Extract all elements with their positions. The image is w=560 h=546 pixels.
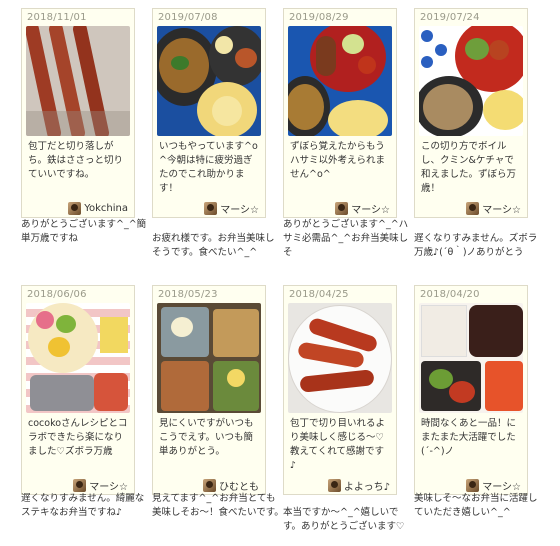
post-card[interactable]: 2018/06/06 cocokoさんレシピとコラボできたら楽になりました♡ズボ… (21, 285, 135, 495)
post-date: 2019/07/08 (158, 12, 218, 23)
reply-text: お疲れ様です。お弁当美味しそうです。食べたい^_^ (152, 233, 275, 258)
post-card[interactable]: 2018/04/25 包丁で切り目いれるより美味しく感じる〜♡教えてくれて感謝で… (283, 285, 397, 495)
post-photo[interactable] (419, 26, 523, 136)
post-photo[interactable] (288, 26, 392, 136)
reply-text: 遅くなりすみません。ズボラ万歳♪(´θ｀)ノありがとう (414, 233, 538, 258)
post-author[interactable]: よよっち♪ (284, 476, 396, 494)
author-name: マーシ☆ (482, 481, 521, 493)
reply-text: 本当ですか〜^_^嬉しいです。ありがとうございます♡ (283, 507, 405, 532)
author-name: マーシ☆ (482, 204, 521, 216)
post-card[interactable]: 2018/11/01 包丁だと切り落しがち。鉄はささっと切りていいですね。 Yo… (21, 8, 135, 218)
post-caption: 包丁で切り目いれるより美味しく感じる〜♡教えてくれて感謝です♪ (290, 418, 386, 471)
post-date: 2019/08/29 (289, 12, 349, 23)
post-date: 2018/04/25 (289, 289, 349, 300)
post-caption: cocokoさんレシピとコラボできたら楽になりました♡ズボラ万歳 (28, 418, 128, 457)
post-card[interactable]: 2018/05/23 見にくいですがいつもこうでえす。いつも簡単ありがとう。 ひ… (152, 285, 266, 495)
user-avatar (73, 478, 87, 492)
author-name: マーシ☆ (351, 204, 390, 216)
post-date: 2019/07/24 (420, 12, 480, 23)
post-caption: この切り方でボイルし、クミン&ケチャで和えました。ずぼら万歳！ (421, 141, 517, 194)
user-avatar (68, 201, 82, 215)
post-photo[interactable] (26, 26, 130, 136)
author-name: よよっち♪ (343, 481, 390, 493)
post-date: 2018/06/06 (27, 289, 87, 300)
post-caption: 包丁だと切り落しがち。鉄はささっと切りていいですね。 (28, 141, 124, 180)
reply-text: ありがとうございます^_^簡単万歳ですね (21, 219, 147, 244)
post-caption: 時間なくあと一品！にまたまた大活躍でした(´-^)ノ (421, 418, 517, 457)
reply-text: 見えてます^_^お弁当とても美味しそお〜！食べたいです。 (152, 493, 284, 518)
post-caption: 見にくいですがいつもこうでえす。いつも簡単ありがとう。 (159, 418, 254, 457)
post-photo[interactable] (157, 303, 261, 413)
post-photo[interactable] (288, 303, 392, 413)
author-name: マーシ☆ (89, 481, 128, 493)
post-card[interactable]: 2019/07/24 この切り方でボイルし、クミン&ケチャで和えました。ずぼら万… (414, 8, 528, 218)
author-name: マーシ☆ (220, 204, 259, 216)
post-caption: いつもやっています^o^今朝は特に疲労過ぎたのでこれ助かります！ (159, 141, 258, 194)
user-avatar (327, 478, 341, 492)
post-photo[interactable] (419, 303, 523, 413)
post-photo[interactable] (157, 26, 261, 136)
reply-text: ありがとうございます^_^ハサミ必需品^_^お弁当美味しそ (283, 219, 409, 258)
post-author[interactable]: マーシ☆ (284, 199, 396, 217)
author-name: Yokchina (84, 202, 128, 214)
post-card[interactable]: 2019/08/29 ずぼら覚えたからもうハサミ以外考えられません^o^ マーシ… (283, 8, 397, 218)
post-date: 2018/05/23 (158, 289, 218, 300)
post-caption: ずぼら覚えたからもうハサミ以外考えられません^o^ (290, 141, 386, 180)
reply-text: 美味しそ〜なお弁当に活躍していただき嬉しい^_^ (414, 493, 538, 518)
post-date: 2018/04/20 (420, 289, 480, 300)
user-avatar (335, 201, 349, 215)
post-author[interactable]: マーシ☆ (153, 199, 265, 217)
post-card[interactable]: 2018/04/20 時間なくあと一品！にまたまた大活躍でした(´-^)ノ マー… (414, 285, 528, 495)
user-avatar (203, 478, 216, 492)
user-avatar (466, 478, 480, 492)
reply-text: 遅くなりすみません。綺麗なステキなお弁当ですね♪ (21, 493, 145, 518)
post-card[interactable]: 2019/07/08 いつもやっています^o^今朝は特に疲労過ぎたのでこれ助かり… (152, 8, 266, 218)
post-date: 2018/11/01 (27, 12, 87, 23)
author-name: ひむとも (219, 481, 259, 493)
user-avatar (204, 201, 218, 215)
user-avatar (466, 201, 480, 215)
post-photo[interactable] (26, 303, 130, 413)
post-author[interactable]: マーシ☆ (415, 199, 527, 217)
post-author[interactable]: Yokchina (22, 199, 134, 217)
